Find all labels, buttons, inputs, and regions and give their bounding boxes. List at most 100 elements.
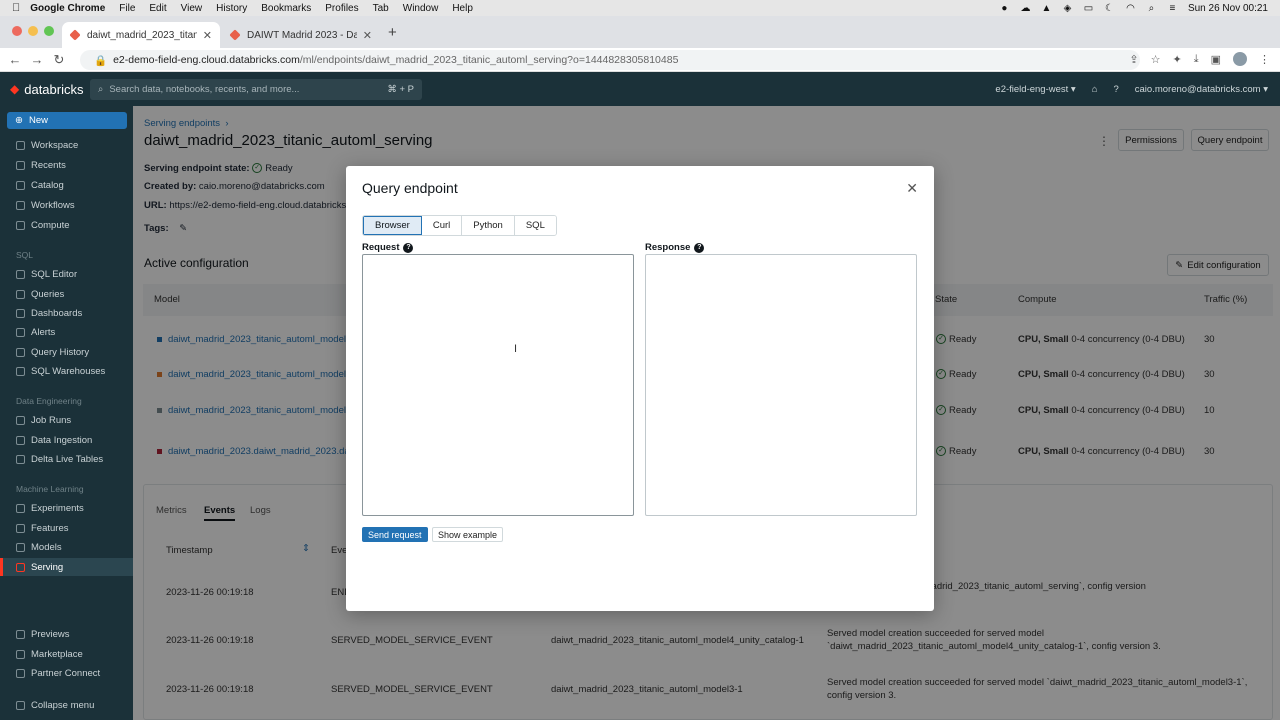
menu-app-name[interactable]: Google Chrome bbox=[30, 3, 105, 14]
sidebar-item-delta-live-tables[interactable]: Delta Live Tables bbox=[16, 452, 103, 466]
control-center-icon[interactable]: ≡ bbox=[1167, 3, 1178, 14]
plus-icon: ⊕ bbox=[15, 115, 23, 126]
sidebar-item-workspace[interactable]: Workspace bbox=[16, 138, 78, 152]
response-output[interactable] bbox=[645, 254, 917, 516]
modal-title: Query endpoint bbox=[362, 180, 458, 196]
cloud-icon[interactable]: ☁ bbox=[1020, 3, 1031, 14]
sidebar-item-sql-warehouses[interactable]: SQL Warehouses bbox=[16, 364, 105, 378]
close-window-button[interactable] bbox=[12, 26, 22, 36]
extensions-icon[interactable]: ✦ bbox=[1173, 53, 1182, 66]
forward-icon[interactable]: → bbox=[26, 52, 48, 67]
address-bar[interactable]: 🔒 e2-demo-field-eng.cloud.databricks.com… bbox=[80, 50, 1140, 70]
close-icon[interactable]: ✕ bbox=[906, 180, 918, 197]
bookmark-star-icon[interactable]: ☆ bbox=[1151, 53, 1161, 66]
lock-icon: 🔒 bbox=[94, 54, 108, 67]
tab-browser[interactable]: Browser bbox=[363, 216, 422, 235]
browser-tab[interactable]: DAIWT Madrid 2023 - Databri ✕ bbox=[222, 22, 380, 48]
record-icon[interactable]: ● bbox=[999, 3, 1010, 14]
maximize-window-button[interactable] bbox=[44, 26, 54, 36]
sidebar-item-catalog[interactable]: Catalog bbox=[16, 178, 64, 192]
sidebar-item-models[interactable]: Models bbox=[16, 540, 62, 554]
sidebar-item-serving[interactable]: Serving bbox=[16, 560, 63, 574]
close-tab-icon[interactable]: ✕ bbox=[363, 29, 372, 42]
tab-sql[interactable]: SQL bbox=[514, 216, 556, 235]
layers-icon[interactable]: ◈ bbox=[1062, 3, 1073, 14]
collapse-icon bbox=[16, 700, 25, 710]
apple-icon[interactable]:  bbox=[12, 2, 20, 14]
tab-title: DAIWT Madrid 2023 - Databri bbox=[247, 29, 357, 41]
sidebar-item-features[interactable]: Features bbox=[16, 521, 69, 535]
sidebar-item-dashboards[interactable]: Dashboards bbox=[16, 306, 82, 320]
menu-view[interactable]: View bbox=[181, 3, 203, 14]
previews-icon bbox=[16, 629, 25, 639]
clock[interactable]: Sun 26 Nov 00:21 bbox=[1188, 3, 1268, 14]
databricks-logo[interactable]: ◆ databricks bbox=[10, 82, 90, 97]
workspace-switcher[interactable]: e2-field-eng-west ▾ bbox=[995, 84, 1075, 95]
warehouse-icon bbox=[16, 366, 25, 376]
moon-icon[interactable]: ☾ bbox=[1104, 3, 1115, 14]
menu-window[interactable]: Window bbox=[403, 3, 439, 14]
response-label: Response? bbox=[645, 242, 705, 253]
minimize-window-button[interactable] bbox=[28, 26, 38, 36]
new-button[interactable]: ⊕ New bbox=[7, 112, 127, 129]
sidebar-item-query-history[interactable]: Query History bbox=[16, 345, 89, 359]
menu-help[interactable]: Help bbox=[452, 3, 473, 14]
collapse-menu-button[interactable]: Collapse menu bbox=[16, 698, 94, 712]
menu-bookmarks[interactable]: Bookmarks bbox=[261, 3, 311, 14]
back-icon[interactable]: ← bbox=[4, 52, 26, 67]
global-search-input[interactable]: ⌕ Search data, notebooks, recents, and m… bbox=[90, 79, 422, 100]
tab-curl[interactable]: Curl bbox=[421, 216, 463, 235]
sidepanel-icon[interactable]: ▣ bbox=[1211, 53, 1221, 66]
request-label: Request? bbox=[362, 242, 414, 253]
sidebar-item-compute[interactable]: Compute bbox=[16, 218, 70, 232]
sidebar-item-data-ingestion[interactable]: Data Ingestion bbox=[16, 433, 92, 447]
share-icon[interactable]: ⇪ bbox=[1129, 53, 1138, 66]
partner-icon bbox=[16, 668, 25, 678]
sidebar-item-experiments[interactable]: Experiments bbox=[16, 501, 84, 515]
menu-file[interactable]: File bbox=[119, 3, 135, 14]
menu-history[interactable]: History bbox=[216, 3, 247, 14]
help-icon[interactable]: ? bbox=[1113, 84, 1118, 95]
user-menu[interactable]: caio.moreno@databricks.com ▾ bbox=[1135, 84, 1268, 95]
browser-tab-active[interactable]: daiwt_madrid_2023_titanic_a ✕ bbox=[62, 22, 220, 48]
sidebar-item-marketplace[interactable]: Marketplace bbox=[16, 647, 83, 661]
logo-text: databricks bbox=[24, 81, 84, 97]
sidebar-item-recents[interactable]: Recents bbox=[16, 158, 66, 172]
menu-edit[interactable]: Edit bbox=[149, 3, 166, 14]
close-tab-icon[interactable]: ✕ bbox=[203, 29, 212, 42]
more-menu-icon[interactable]: ⋮ bbox=[1259, 53, 1270, 66]
models-icon bbox=[16, 542, 25, 552]
folder-icon bbox=[16, 140, 25, 150]
tab-python[interactable]: Python bbox=[462, 216, 515, 235]
profile-avatar[interactable] bbox=[1233, 52, 1247, 66]
search-placeholder: Search data, notebooks, recents, and mor… bbox=[109, 84, 300, 95]
url-host: e2-demo-field-eng.cloud.databricks.com bbox=[113, 54, 300, 66]
spotlight-icon[interactable]: ⌕ bbox=[1146, 3, 1157, 14]
sidebar-item-workflows[interactable]: Workflows bbox=[16, 198, 75, 212]
sidebar: ⊕ New Workspace Recents Catalog Workflows… bbox=[0, 106, 133, 720]
help-icon[interactable]: ? bbox=[694, 242, 705, 253]
download-icon[interactable]: ⤓ bbox=[1194, 53, 1199, 66]
sidebar-item-alerts[interactable]: Alerts bbox=[16, 325, 55, 339]
request-input[interactable] bbox=[362, 254, 634, 516]
wifi-icon[interactable]: ◠ bbox=[1125, 3, 1136, 14]
battery-icon[interactable]: ▭ bbox=[1083, 3, 1094, 14]
catalog-icon bbox=[16, 180, 25, 190]
show-example-button[interactable]: Show example bbox=[432, 527, 504, 542]
sidebar-item-job-runs[interactable]: Job Runs bbox=[16, 413, 71, 427]
sidebar-item-previews[interactable]: Previews bbox=[16, 627, 70, 641]
menu-tab[interactable]: Tab bbox=[373, 3, 389, 14]
menu-profiles[interactable]: Profiles bbox=[325, 3, 358, 14]
send-request-button[interactable]: Send request bbox=[362, 527, 428, 542]
browser-toolbar: ← → ↻ 🔒 e2-demo-field-eng.cloud.databric… bbox=[0, 48, 1280, 72]
sidebar-item-partner-connect[interactable]: Partner Connect bbox=[16, 666, 100, 680]
bell-icon bbox=[16, 327, 25, 337]
help-icon[interactable]: ? bbox=[403, 242, 414, 253]
sidebar-item-sql-editor[interactable]: SQL Editor bbox=[16, 267, 77, 281]
drive-icon[interactable]: ▲ bbox=[1041, 3, 1052, 14]
sidebar-item-queries[interactable]: Queries bbox=[16, 287, 64, 301]
experiments-icon bbox=[16, 503, 25, 513]
reload-icon[interactable]: ↻ bbox=[48, 52, 70, 68]
gift-icon[interactable]: ⌂ bbox=[1092, 84, 1098, 95]
new-tab-icon[interactable]: + bbox=[388, 24, 397, 41]
